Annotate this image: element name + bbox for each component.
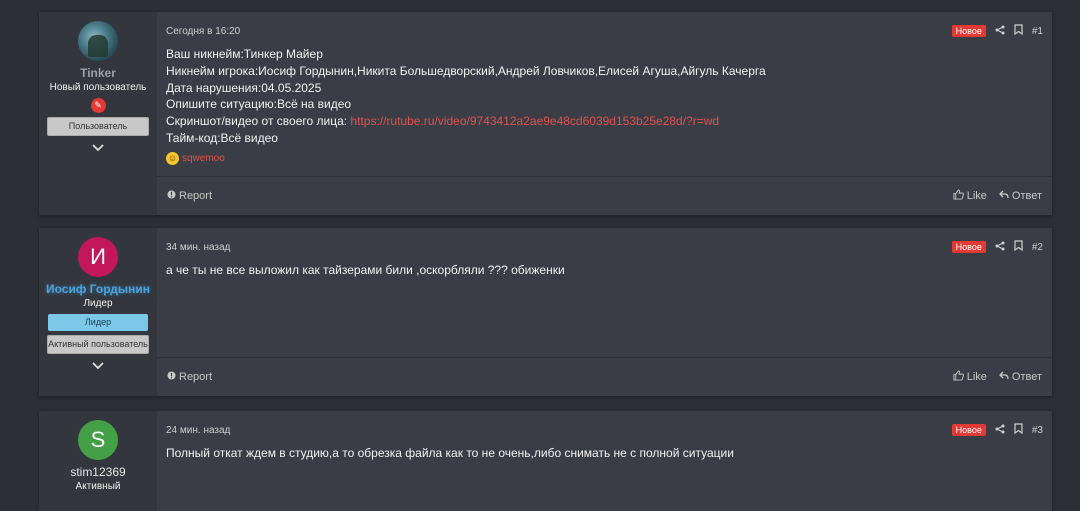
content-line: Опишите ситуацию:Всё на видео <box>166 97 352 112</box>
thumbs-up-icon <box>953 370 964 384</box>
reply-button[interactable]: Ответ <box>998 370 1042 384</box>
avatar[interactable] <box>78 21 118 61</box>
reactions-bar[interactable]: ☺ sqwemoo <box>157 147 1052 165</box>
user-banner: Лидер <box>48 314 148 331</box>
reply-icon <box>998 371 1009 383</box>
bookmark-icon[interactable] <box>1014 240 1023 254</box>
reply-label: Ответ <box>1011 190 1042 202</box>
new-badge: Новое <box>951 424 986 436</box>
post-number[interactable]: #1 <box>1032 26 1043 37</box>
post-date[interactable]: 24 мин. назад <box>166 425 230 436</box>
post-date[interactable]: Сегодня в 16:20 <box>166 26 240 37</box>
post-main: Сегодня в 16:20 Новое #1 Ваш никнейм:Тин… <box>157 12 1052 215</box>
report-label: Report <box>179 371 213 383</box>
user-cell: И Иосиф Гордынин Лидер Лидер Активный по… <box>39 228 157 396</box>
reply-button[interactable]: Ответ <box>998 189 1042 203</box>
chevron-down-icon[interactable] <box>92 359 104 373</box>
reply-icon <box>998 190 1009 202</box>
post-footer: Report Like Ответ <box>157 176 1052 215</box>
post-header: Сегодня в 16:20 Новое #1 <box>157 12 1052 39</box>
video-link[interactable]: https://rutube.ru/video/9743412a2ae9e48c… <box>350 114 719 128</box>
user-title: Лидер <box>83 298 113 309</box>
post-header: 24 мин. назад Новое #3 <box>157 411 1052 438</box>
username[interactable]: Иосиф Гордынин <box>46 282 150 296</box>
post-2: И Иосиф Гордынин Лидер Лидер Активный по… <box>39 228 1052 396</box>
content-line: Дата нарушения:04.05.2025 <box>166 80 322 95</box>
thumbs-up-icon <box>953 189 964 203</box>
report-icon <box>167 190 176 202</box>
post-footer: Report Like Ответ <box>157 357 1052 396</box>
post-main: 34 мин. назад Новое #2 а че ты не все вы… <box>157 228 1052 396</box>
post-1: Tinker Новый пользователь ✎ Пользователь… <box>39 12 1052 215</box>
report-button[interactable]: Report <box>167 190 212 202</box>
user-badge-icon: ✎ <box>90 98 106 113</box>
new-badge: Новое <box>951 25 986 37</box>
user-banner: Пользователь <box>47 117 149 136</box>
report-button[interactable]: Report <box>167 371 212 383</box>
post-number[interactable]: #2 <box>1032 242 1043 253</box>
post-main: 24 мин. назад Новое #3 Полный откат ждем… <box>157 411 1052 511</box>
avatar[interactable]: S <box>78 420 118 460</box>
like-button[interactable]: Like <box>953 189 987 203</box>
chevron-down-icon[interactable] <box>92 141 104 155</box>
post-content: Полный откат ждем в студию,а то обрезка … <box>166 446 734 460</box>
user-title: Новый пользователь <box>49 82 147 93</box>
screenshot-label: Скриншот/видео от своего лица: <box>166 114 351 129</box>
reply-label: Ответ <box>1011 371 1042 383</box>
share-icon[interactable] <box>995 241 1005 254</box>
post-number[interactable]: #3 <box>1032 425 1043 436</box>
username[interactable]: Tinker <box>80 66 116 80</box>
reaction-user[interactable]: sqwemoo <box>182 153 225 164</box>
like-button[interactable]: Like <box>953 370 987 384</box>
report-label: Report <box>179 190 213 202</box>
bookmark-icon[interactable] <box>1014 24 1023 38</box>
report-icon <box>167 371 176 383</box>
content-line: Скриншот/видео от своего лица: https://r… <box>166 113 1043 130</box>
post-date[interactable]: 34 мин. назад <box>166 242 230 253</box>
laugh-emoji-icon: ☺ <box>166 151 179 165</box>
like-label: Like <box>966 371 987 383</box>
share-icon[interactable] <box>995 424 1005 437</box>
new-badge: Новое <box>951 241 986 253</box>
post-content: а че ты не все выложил как тайзерами бил… <box>166 263 565 277</box>
bookmark-icon[interactable] <box>1014 423 1023 437</box>
content-line: Ваш никнейм:Тинкер Майер <box>166 47 323 61</box>
username[interactable]: stim12369 <box>70 465 125 479</box>
user-cell: S stim12369 Активный <box>39 411 157 511</box>
share-icon[interactable] <box>995 25 1005 38</box>
user-cell: Tinker Новый пользователь ✎ Пользователь <box>39 12 157 215</box>
post-3: S stim12369 Активный 24 мин. назад Новое… <box>39 411 1052 511</box>
user-banner: Активный пользователь <box>47 335 149 354</box>
avatar[interactable]: И <box>78 237 118 277</box>
user-title: Активный <box>75 481 121 492</box>
like-label: Like <box>966 190 987 202</box>
content-line: Тайм-код:Всё видео <box>166 130 278 145</box>
post-header: 34 мин. назад Новое #2 <box>157 228 1052 255</box>
post-content: Ваш никнейм:Тинкер Майер Никнейм игрока:… <box>157 39 1052 147</box>
content-line: Никнейм игрока:Иосиф Гордынин,Никита Бол… <box>166 63 766 78</box>
